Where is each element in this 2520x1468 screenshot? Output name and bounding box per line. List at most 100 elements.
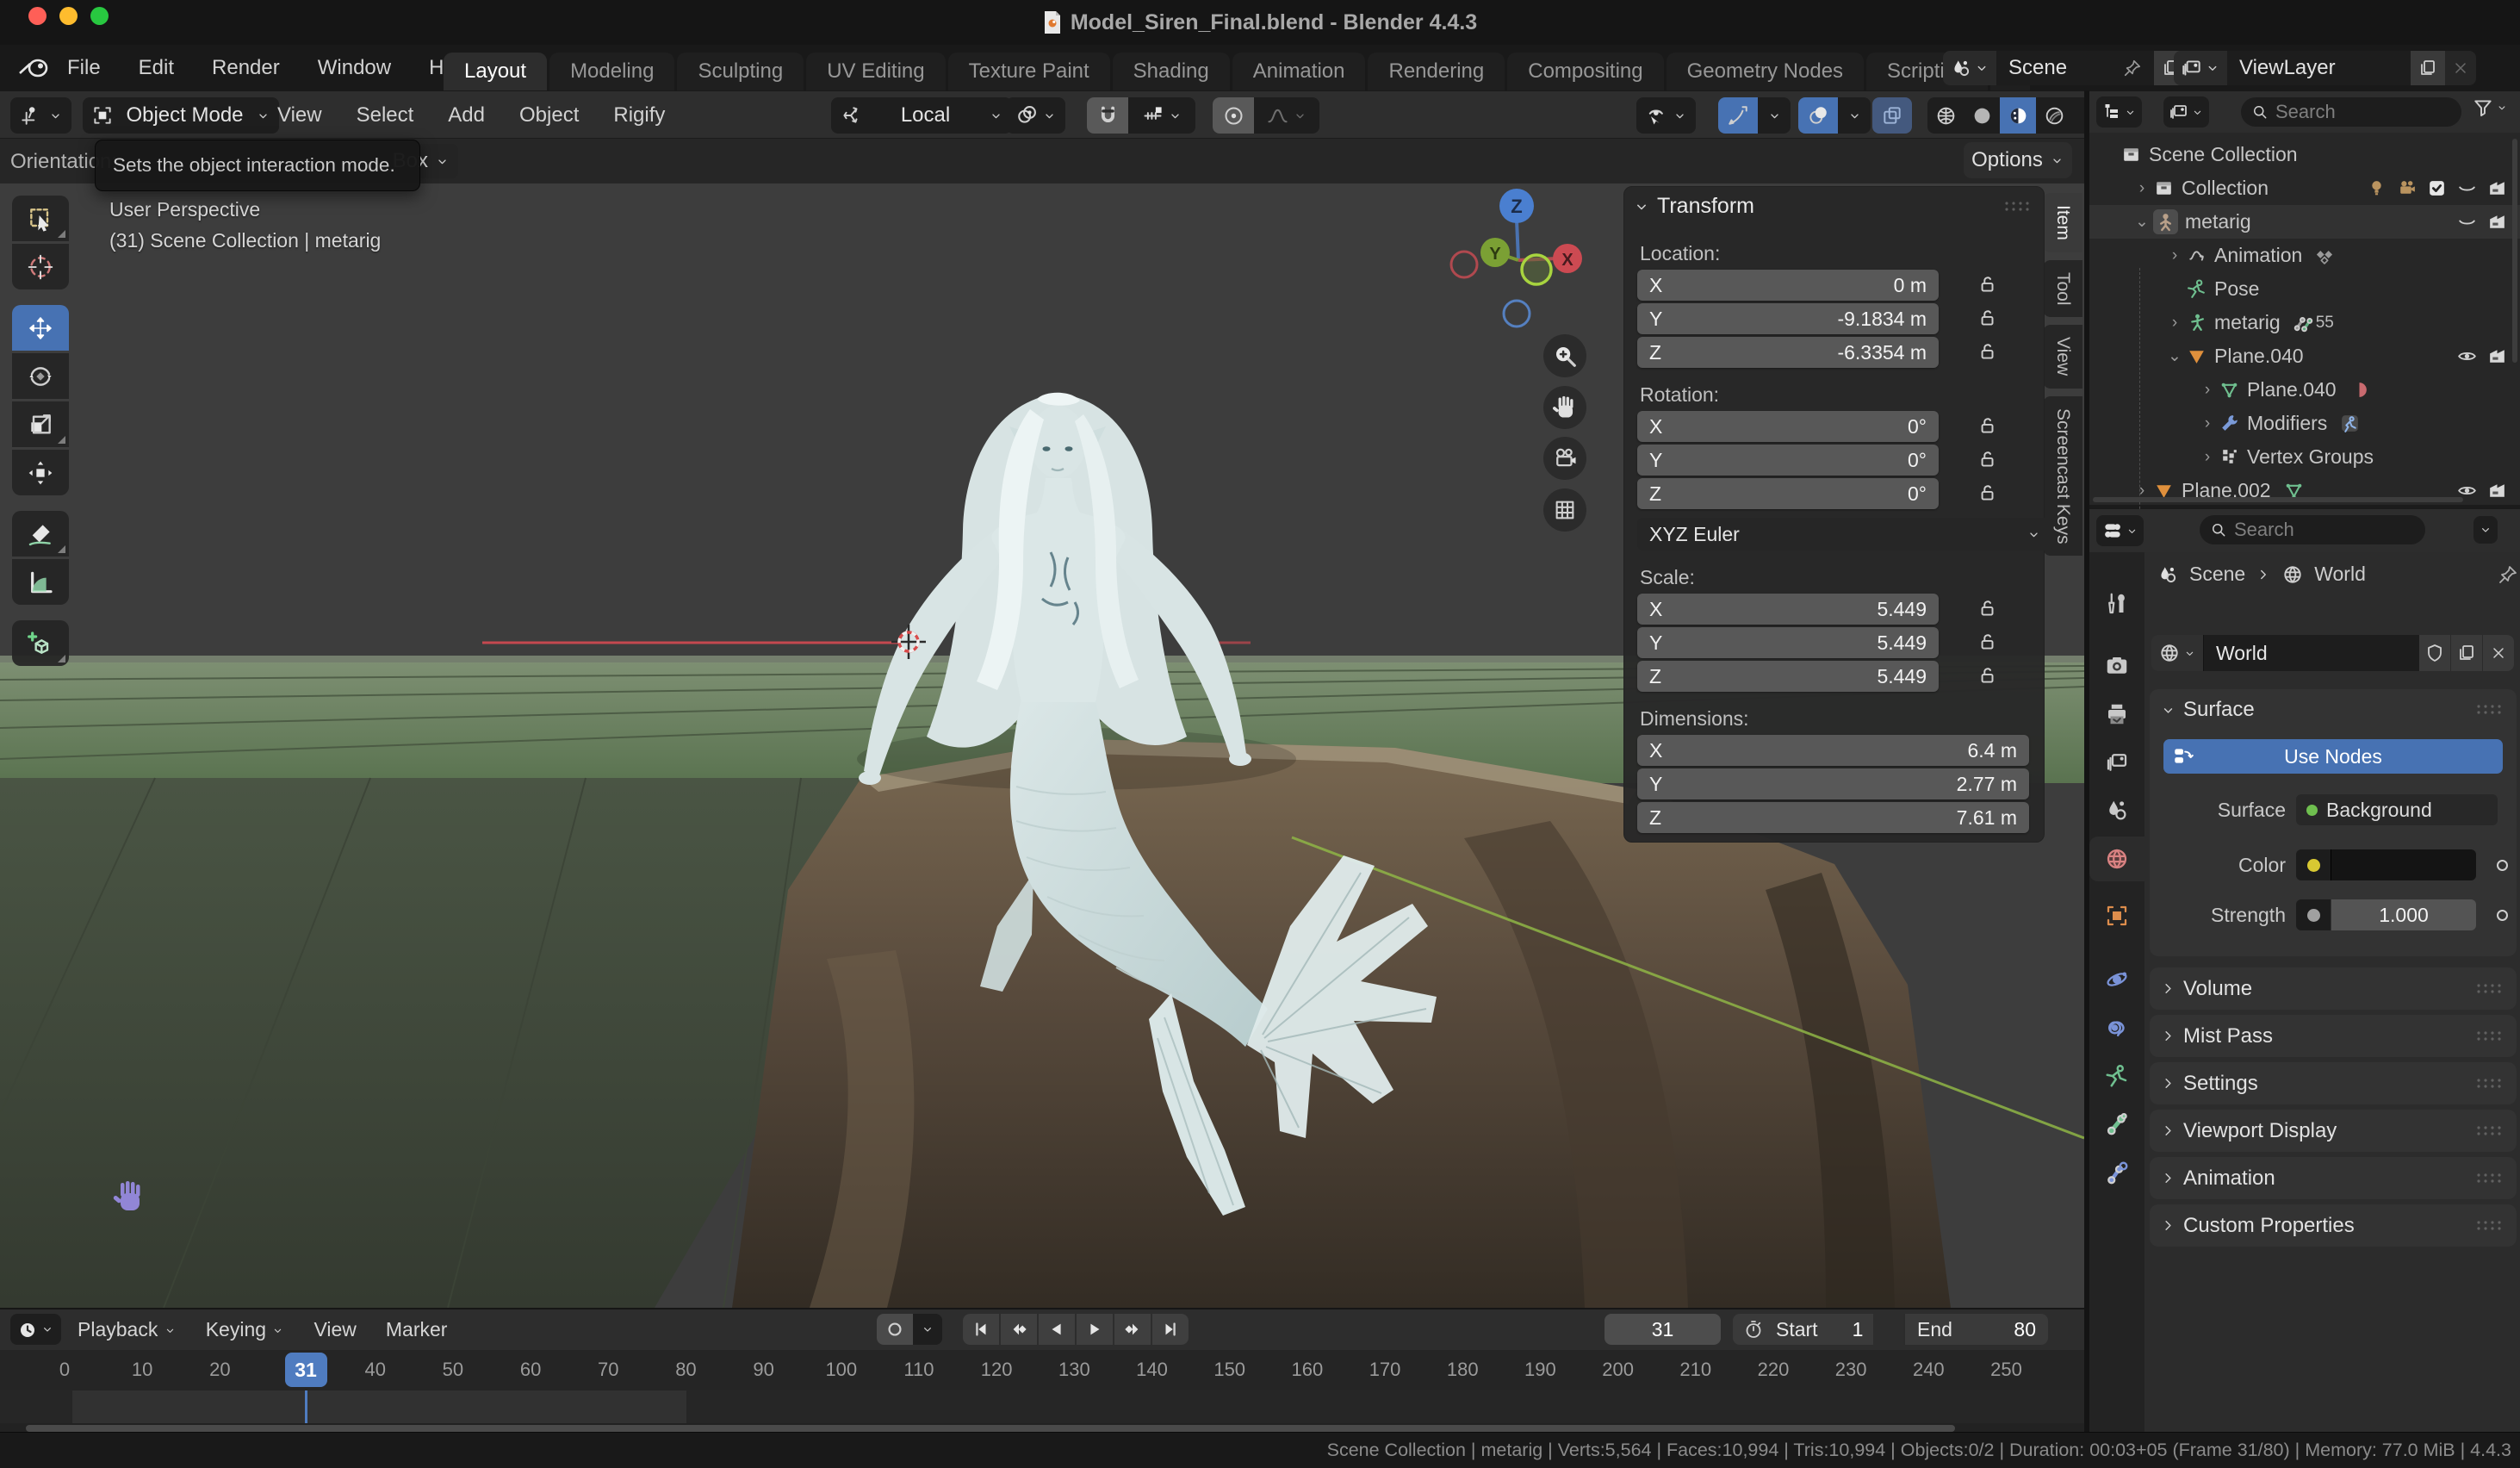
lock-rotation-x[interactable] — [1976, 414, 2000, 439]
outliner-row-modifiers[interactable]: ›Modifiers — [2089, 407, 2520, 440]
frame-end-field[interactable]: End 80 — [1903, 1314, 2048, 1345]
timeline-track-area[interactable] — [0, 1390, 2084, 1423]
lock-location-y[interactable] — [1976, 307, 2000, 331]
menu-window[interactable]: Window — [316, 51, 393, 85]
viewport-menu-rigify[interactable]: Rigify — [611, 98, 667, 133]
transform-rotation-x[interactable]: X0° — [1637, 411, 1939, 442]
viewlayer-name-field[interactable]: ViewLayer — [2227, 51, 2411, 85]
breadcrumb-world[interactable]: World — [2314, 563, 2366, 586]
snap-settings-dropdown[interactable] — [1128, 97, 1195, 134]
outliner-row-metarig[interactable]: ›metarig55 — [2089, 306, 2520, 339]
lock-location-z[interactable] — [1976, 340, 2000, 364]
viewlayer-copy-button[interactable] — [2411, 51, 2445, 85]
expand-icon[interactable]: › — [2131, 179, 2153, 198]
transform-rotation-z[interactable]: Z0° — [1637, 478, 1939, 509]
timeline-editor-type-button[interactable] — [10, 1314, 61, 1345]
next-keyframe-button[interactable] — [1114, 1314, 1151, 1345]
lock-open-icon[interactable] — [1976, 597, 1998, 619]
camera-view-button[interactable] — [1543, 437, 1586, 480]
properties-editor-type-button[interactable] — [2096, 515, 2144, 546]
autokey-dropdown[interactable] — [913, 1314, 942, 1345]
outliner-row-plane-040[interactable]: ›Plane.040 — [2089, 373, 2520, 407]
scene-browse-button[interactable] — [1943, 51, 1996, 85]
animate-color-dot[interactable] — [2497, 860, 2508, 871]
outliner-hscrollbar[interactable] — [2093, 497, 2463, 502]
lock-open-icon[interactable] — [1976, 414, 1998, 437]
transform-orientation-dropdown[interactable]: Local — [831, 97, 1012, 134]
cursor-tool[interactable] — [12, 244, 69, 289]
timeline-menu-playback[interactable]: Playback — [78, 1318, 177, 1341]
scene-name-field[interactable]: Scene — [1996, 51, 2154, 85]
playhead[interactable]: 31 — [285, 1353, 327, 1387]
proportional-edit-toggle[interactable] — [1213, 97, 1254, 134]
outliner-search-input[interactable]: Search — [2241, 97, 2461, 127]
transform-dimensions-x[interactable]: X6.4 m — [1637, 735, 2029, 766]
timeline-menu-marker[interactable]: Marker — [386, 1318, 448, 1341]
play-reverse-button[interactable] — [1039, 1314, 1075, 1345]
overlays-dropdown[interactable] — [1838, 97, 1871, 134]
world-unlink-button[interactable] — [2482, 635, 2514, 671]
panel-grip-icon[interactable] — [2003, 200, 2034, 214]
panel-custom-properties[interactable]: Custom Properties — [2150, 1204, 2517, 1247]
shading-wireframe-button[interactable] — [1927, 97, 1964, 134]
select-box-tool[interactable] — [12, 196, 69, 241]
panel-title[interactable]: Transform — [1657, 194, 1754, 219]
expand-icon[interactable]: ⌄ — [2163, 346, 2186, 366]
bulb-toggle[interactable] — [2366, 177, 2387, 199]
world-copy-button[interactable] — [2450, 635, 2482, 671]
breadcrumb-scene[interactable]: Scene — [2189, 563, 2245, 586]
workspace-tab-geometry-nodes[interactable]: Geometry Nodes — [1667, 53, 1864, 90]
shading-solid-button[interactable] — [1964, 97, 2000, 134]
gizmos-dropdown[interactable] — [1758, 97, 1791, 134]
properties-search-input[interactable]: Search — [2200, 515, 2425, 544]
viewlayer-browse-button[interactable] — [2174, 51, 2227, 85]
panel-grip-icon[interactable] — [2475, 1172, 2506, 1185]
surface-type-dropdown[interactable]: Background — [2296, 794, 2498, 825]
sidebar-tab-view[interactable]: View — [2043, 325, 2082, 388]
panel-grip-icon[interactable] — [2475, 703, 2506, 717]
overlays-toggle[interactable] — [1798, 97, 1838, 134]
panel-grip-icon[interactable] — [2475, 982, 2506, 996]
panel-animation[interactable]: Animation — [2150, 1157, 2517, 1199]
eyeclosed-toggle[interactable] — [2456, 211, 2478, 233]
panel-viewport-display[interactable]: Viewport Display — [2150, 1110, 2517, 1152]
lock-scale-x[interactable] — [1976, 597, 2000, 621]
timeline-scrollbar[interactable] — [26, 1425, 1955, 1432]
lock-scale-y[interactable] — [1976, 631, 2000, 655]
editor-type-button[interactable] — [10, 97, 71, 134]
show-object-types-dropdown[interactable] — [1636, 97, 1696, 134]
shading-rendered-button[interactable] — [2036, 97, 2072, 134]
panel-grip-icon[interactable] — [2475, 1124, 2506, 1138]
gizmos-toggle[interactable] — [1718, 97, 1758, 134]
lock-open-icon[interactable] — [1976, 340, 1998, 363]
viewport-menu-view[interactable]: View — [276, 98, 324, 133]
properties-tab-physics[interactable] — [2089, 957, 2144, 1002]
lock-location-x[interactable] — [1976, 273, 2000, 297]
workspace-tab-uv-editing[interactable]: UV Editing — [806, 53, 945, 90]
move-tool[interactable] — [12, 305, 69, 351]
shading-material-button[interactable] — [2000, 97, 2036, 134]
strength-slider[interactable]: 1.000 — [2331, 899, 2476, 930]
frame-start-field[interactable]: Start 1 — [1733, 1314, 1873, 1345]
orthographic-toggle-button[interactable] — [1543, 488, 1586, 532]
world-browse-button[interactable] — [2151, 635, 2203, 671]
play-button[interactable] — [1077, 1314, 1113, 1345]
properties-tab-world[interactable] — [2089, 837, 2144, 881]
outliner-row-plane-002[interactable]: ›Plane.002 — [2089, 474, 2520, 507]
measure-tool[interactable] — [12, 559, 69, 605]
menu-file[interactable]: File — [65, 51, 102, 85]
pin-icon[interactable] — [2498, 564, 2518, 585]
properties-tab-objectdata[interactable] — [2089, 1054, 2144, 1098]
expand-icon[interactable]: › — [2163, 246, 2186, 265]
transform-location-y[interactable]: Y-9.1834 m — [1637, 303, 1939, 334]
transform-location-z[interactable]: Z-6.3354 m — [1637, 337, 1939, 368]
camera-toggle[interactable] — [2486, 177, 2508, 199]
lock-open-icon[interactable] — [1976, 448, 1998, 470]
camera-toggle[interactable] — [2486, 345, 2508, 367]
outliner-filter-button[interactable] — [2472, 96, 2508, 119]
sidebar-tab-item[interactable]: Item — [2043, 193, 2082, 252]
pivot-point-dropdown[interactable] — [1006, 97, 1065, 134]
transform-scale-z[interactable]: Z5.449 — [1637, 661, 1939, 692]
expand-icon[interactable]: › — [2196, 414, 2219, 433]
current-frame-field[interactable]: 31 — [1604, 1314, 1721, 1345]
